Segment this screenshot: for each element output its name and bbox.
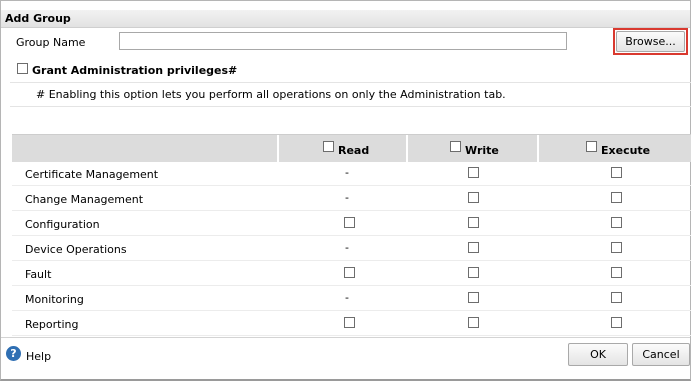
row-name: Monitoring bbox=[25, 293, 84, 306]
column-header-write: Write bbox=[406, 135, 537, 162]
execute-checkbox[interactable] bbox=[611, 192, 622, 203]
footer-divider bbox=[1, 337, 690, 338]
table-row: Fault bbox=[12, 261, 691, 286]
write-checkbox[interactable] bbox=[468, 217, 479, 228]
execute-checkbox[interactable] bbox=[611, 167, 622, 178]
row-name: Fault bbox=[25, 268, 52, 281]
execute-checkbox[interactable] bbox=[611, 217, 622, 228]
write-checkbox[interactable] bbox=[468, 167, 479, 178]
execute-all-checkbox[interactable] bbox=[586, 141, 597, 152]
divider bbox=[10, 106, 691, 107]
read-checkbox[interactable] bbox=[344, 217, 355, 228]
execute-checkbox[interactable] bbox=[611, 242, 622, 253]
read-unavailable-dash: - bbox=[345, 241, 349, 254]
row-name: Change Management bbox=[25, 193, 144, 206]
group-name-label: Group Name bbox=[16, 36, 86, 49]
write-checkbox[interactable] bbox=[468, 192, 479, 203]
divider bbox=[10, 82, 691, 83]
grant-admin-label: Grant Administration privileges# bbox=[32, 64, 238, 77]
table-row: Reporting bbox=[12, 311, 691, 336]
table-row: Certificate Management - bbox=[12, 161, 691, 186]
column-label-read: Read bbox=[338, 144, 370, 157]
read-unavailable-dash: - bbox=[345, 291, 349, 304]
row-name: Configuration bbox=[25, 218, 100, 231]
row-name: Certificate Management bbox=[25, 168, 159, 181]
table-row: Monitoring - bbox=[12, 286, 691, 311]
write-checkbox[interactable] bbox=[468, 267, 479, 278]
row-name: Device Operations bbox=[25, 243, 127, 256]
write-checkbox[interactable] bbox=[468, 242, 479, 253]
read-checkbox[interactable] bbox=[344, 267, 355, 278]
execute-checkbox[interactable] bbox=[611, 292, 622, 303]
write-checkbox[interactable] bbox=[468, 292, 479, 303]
table-row: Device Operations - bbox=[12, 236, 691, 261]
grant-admin-checkbox[interactable] bbox=[17, 63, 28, 74]
help-link[interactable]: Help bbox=[26, 350, 51, 363]
cancel-button[interactable]: Cancel bbox=[632, 343, 690, 366]
ok-button[interactable]: OK bbox=[568, 343, 628, 366]
column-label-execute: Execute bbox=[601, 144, 651, 157]
permissions-table-header: Read Write Execute bbox=[12, 134, 691, 162]
dialog-titlebar: Add Group bbox=[1, 10, 690, 28]
read-unavailable-dash: - bbox=[345, 191, 349, 204]
browse-button[interactable]: Browse... bbox=[616, 31, 685, 52]
table-row: Change Management - bbox=[12, 186, 691, 211]
dialog-title: Add Group bbox=[5, 12, 71, 25]
read-unavailable-dash: - bbox=[345, 166, 349, 179]
column-header-read: Read bbox=[277, 135, 406, 162]
column-label-write: Write bbox=[465, 144, 499, 157]
group-name-input[interactable] bbox=[119, 32, 567, 50]
row-name: Reporting bbox=[25, 318, 79, 331]
grant-admin-note: # Enabling this option lets you perform … bbox=[36, 88, 506, 101]
add-group-dialog: Add Group Group Name Browse... Grant Adm… bbox=[0, 0, 691, 381]
write-checkbox[interactable] bbox=[468, 317, 479, 328]
table-row: Configuration bbox=[12, 211, 691, 236]
read-all-checkbox[interactable] bbox=[323, 141, 334, 152]
write-all-checkbox[interactable] bbox=[450, 141, 461, 152]
read-checkbox[interactable] bbox=[344, 317, 355, 328]
help-icon[interactable]: ? bbox=[6, 346, 21, 361]
column-header-execute: Execute bbox=[537, 135, 691, 162]
execute-checkbox[interactable] bbox=[611, 267, 622, 278]
execute-checkbox[interactable] bbox=[611, 317, 622, 328]
